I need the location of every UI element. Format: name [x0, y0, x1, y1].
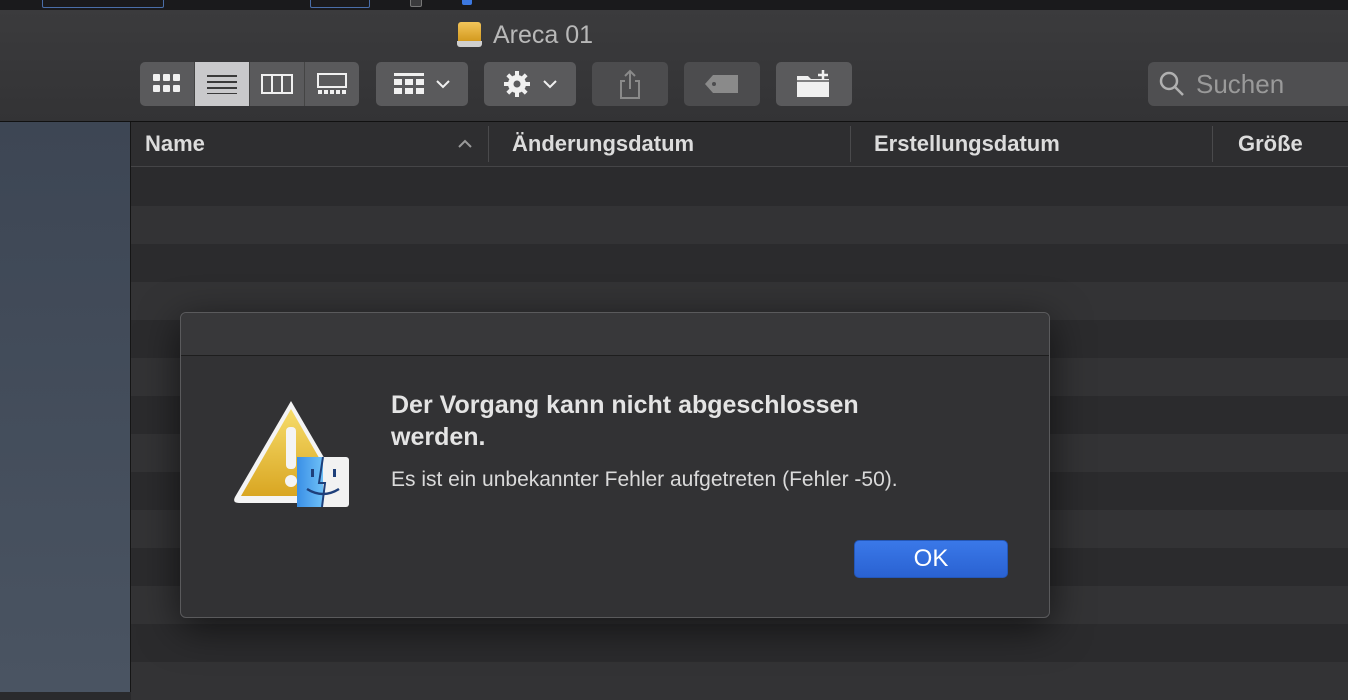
list-view-button[interactable]: [195, 62, 250, 106]
group-by-button[interactable]: [376, 62, 468, 106]
dialog-message: Es ist ein unbekannter Fehler aufgetrete…: [391, 468, 898, 491]
column-name[interactable]: Name: [145, 122, 485, 166]
chevron-down-icon: [543, 80, 557, 89]
column-name-label: Name: [145, 131, 205, 156]
window-title: Areca 01: [493, 20, 594, 49]
external-drive-icon: [456, 22, 483, 48]
chevron-down-icon: [436, 80, 450, 89]
dialog-heading: Der Vorgang kann nicht abgeschlossen wer…: [391, 391, 859, 451]
status-square: [410, 0, 422, 7]
window-title-group: Areca 01: [456, 20, 593, 50]
column-size[interactable]: Größe: [1238, 122, 1303, 166]
search-input[interactable]: [1194, 67, 1348, 101]
column-divider[interactable]: [1212, 126, 1213, 162]
dialog-titlebar: [181, 313, 1049, 356]
column-created[interactable]: Erstellungsdatum: [874, 122, 1060, 166]
sidebar: [0, 122, 131, 692]
list-row: [131, 662, 1348, 700]
column-modified[interactable]: Änderungsdatum: [512, 122, 694, 166]
new-folder-icon: [797, 70, 829, 97]
tag-icon: [705, 75, 738, 93]
warning-finder-icon: [234, 401, 349, 508]
list-row: [131, 206, 1348, 244]
search-icon: [1159, 71, 1184, 96]
list-icon: [207, 75, 237, 94]
ok-button[interactable]: OK: [854, 540, 1008, 578]
column-divider[interactable]: [488, 126, 489, 162]
menu-bar: [0, 0, 1348, 10]
group-grid-icon: [394, 73, 424, 94]
status-square: [462, 0, 472, 5]
tag-button[interactable]: [684, 62, 760, 106]
icon-view-button[interactable]: [140, 62, 195, 106]
column-view-button[interactable]: [250, 62, 305, 106]
column-size-label: Größe: [1238, 131, 1303, 156]
error-dialog: Der Vorgang kann nicht abgeschlossen wer…: [180, 312, 1050, 618]
share-icon: [620, 69, 640, 99]
grid-icon: [153, 74, 180, 92]
gear-icon: [504, 71, 530, 97]
columns-icon: [261, 74, 293, 94]
cpu-meter: [42, 0, 164, 8]
column-header: Name Änderungsdatum Erstellungsdatum Grö…: [131, 122, 1348, 167]
share-button[interactable]: [592, 62, 668, 106]
list-row: [131, 244, 1348, 282]
view-mode-control: [140, 62, 359, 106]
search-field[interactable]: [1148, 62, 1348, 106]
list-row: [131, 624, 1348, 662]
gallery-icon: [317, 73, 347, 94]
list-row: [131, 168, 1348, 206]
action-menu-button[interactable]: [484, 62, 576, 106]
finder-toolbar: Areca 01: [0, 10, 1348, 122]
sort-ascending-icon: [458, 139, 472, 148]
new-folder-button[interactable]: [776, 62, 852, 106]
column-created-label: Erstellungsdatum: [874, 131, 1060, 156]
column-modified-label: Änderungsdatum: [512, 131, 695, 156]
gallery-view-button[interactable]: [305, 62, 359, 106]
column-divider[interactable]: [850, 126, 851, 162]
memory-meter: [310, 0, 370, 8]
